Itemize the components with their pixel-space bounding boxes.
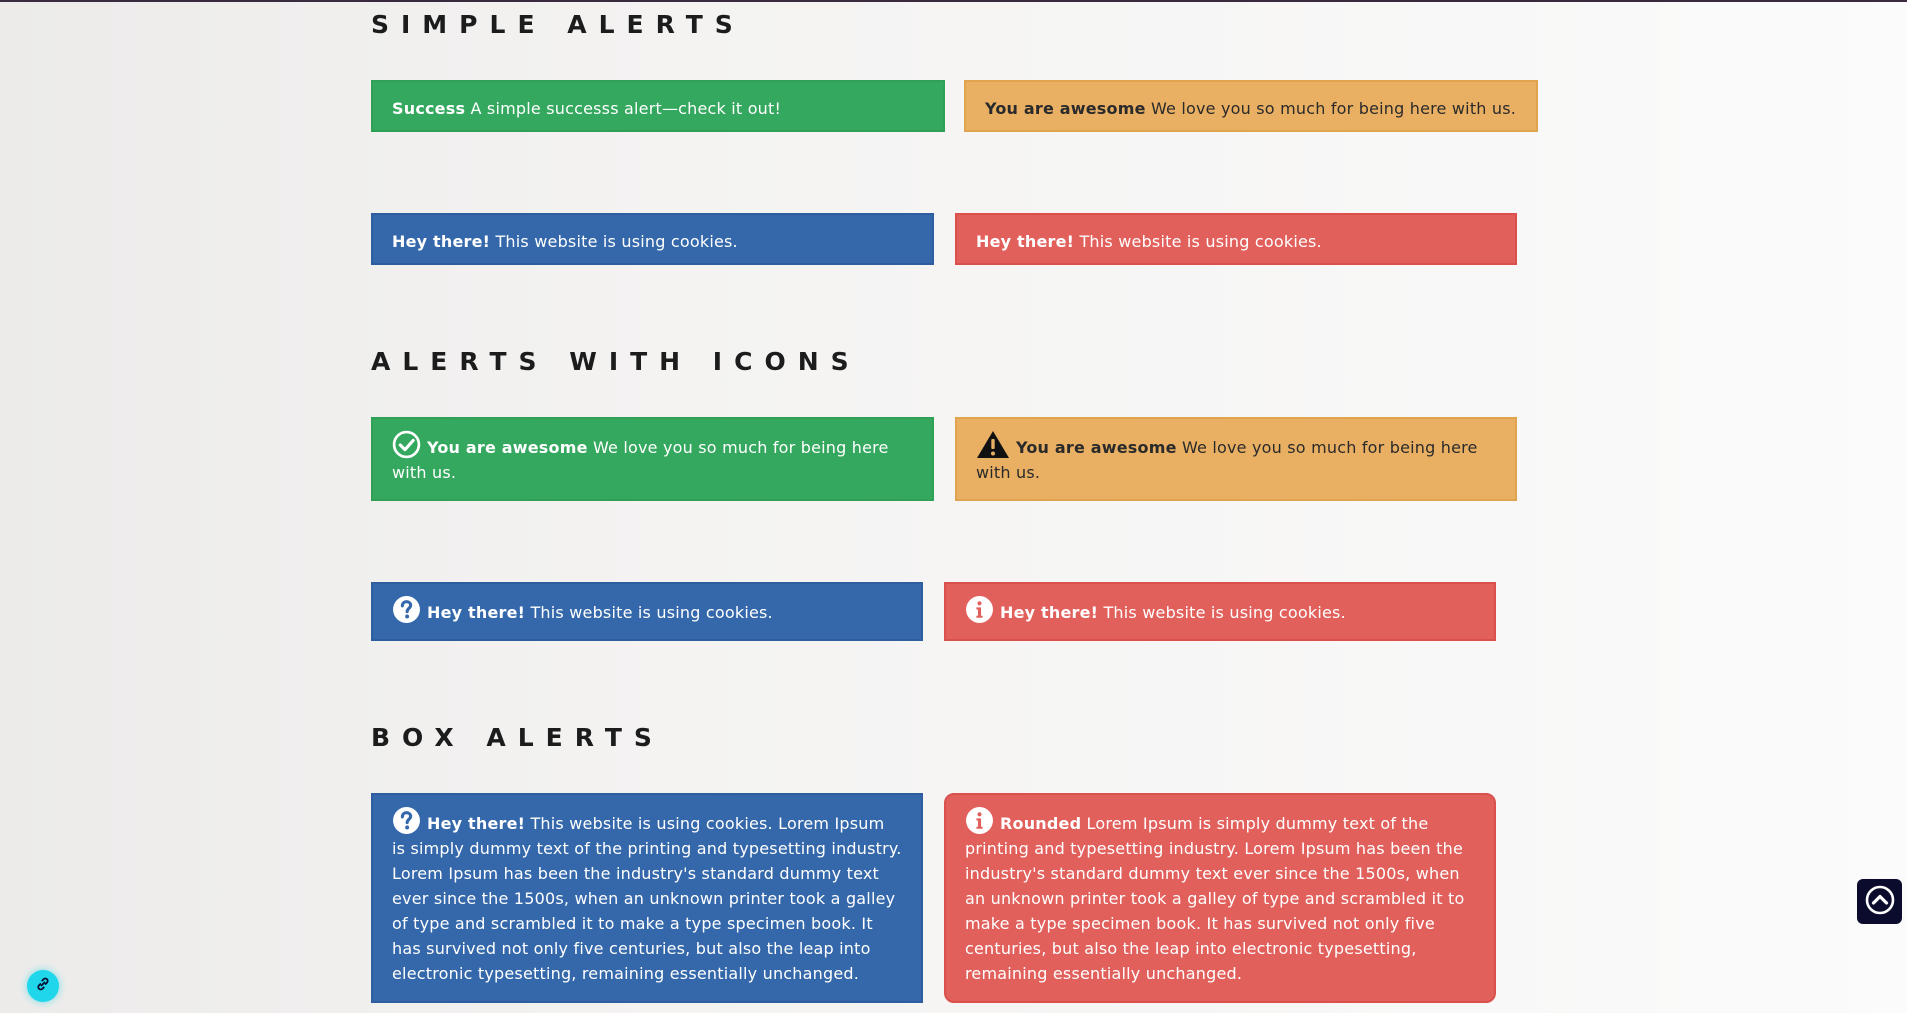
- alert-text: This website is using cookies. Lorem Ips…: [392, 814, 902, 983]
- alert-danger-simple: Hey there! This website is using cookies…: [955, 213, 1517, 265]
- alert-info-box: Hey there! This website is using cookies…: [371, 793, 923, 1003]
- info-circle-icon: [965, 806, 994, 835]
- alert-warning-icon: You are awesome We love you so much for …: [955, 417, 1517, 501]
- alert-strong: You are awesome: [1016, 438, 1177, 457]
- alert-text: A simple successs alert—check it out!: [465, 99, 782, 118]
- alert-success-icon: You are awesome We love you so much for …: [371, 417, 934, 501]
- alert-warning-simple: You are awesome We love you so much for …: [964, 80, 1538, 132]
- alert-text: This website is using cookies.: [1074, 232, 1322, 251]
- check-circle-icon: [392, 430, 421, 459]
- alert-strong: You are awesome: [427, 438, 588, 457]
- alert-strong: Rounded: [1000, 814, 1082, 833]
- alert-text: Lorem Ipsum is simply dummy text of the …: [965, 814, 1465, 983]
- link-icon: [35, 976, 51, 996]
- section-title-box-alerts: BOX ALERTS: [371, 723, 664, 752]
- alert-info-icon: Hey there! This website is using cookies…: [371, 582, 923, 641]
- alert-strong: Hey there!: [427, 603, 526, 622]
- link-button[interactable]: [27, 970, 59, 1002]
- alert-danger-icon: Hey there! This website is using cookies…: [944, 582, 1496, 641]
- question-circle-icon: [392, 806, 421, 835]
- alert-strong: Hey there!: [1000, 603, 1099, 622]
- scroll-to-top-button[interactable]: [1857, 879, 1902, 924]
- question-circle-icon: [392, 595, 421, 624]
- alert-strong: You are awesome: [985, 99, 1146, 118]
- alert-success-simple: Success A simple successs alert—check it…: [371, 80, 945, 132]
- alert-strong: Hey there!: [392, 232, 491, 251]
- alert-text: This website is using cookies.: [525, 603, 773, 622]
- info-circle-icon: [965, 595, 994, 624]
- alert-strong: Hey there!: [976, 232, 1075, 251]
- section-title-alerts-with-icons: ALERTS WITH ICONS: [371, 347, 861, 376]
- alert-info-simple: Hey there! This website is using cookies…: [371, 213, 934, 265]
- chevron-up-circle-icon: [1865, 885, 1895, 919]
- alert-rounded-box: Rounded Lorem Ipsum is simply dummy text…: [944, 793, 1496, 1003]
- alert-strong: Hey there!: [427, 814, 526, 833]
- alert-text: We love you so much for being here with …: [1145, 99, 1517, 118]
- warning-triangle-icon: [976, 430, 1010, 459]
- top-border: [0, 0, 1907, 2]
- section-title-simple-alerts: SIMPLE ALERTS: [371, 10, 745, 39]
- alert-strong: Success: [392, 99, 466, 118]
- alert-text: This website is using cookies.: [1098, 603, 1346, 622]
- alert-text: This website is using cookies.: [490, 232, 738, 251]
